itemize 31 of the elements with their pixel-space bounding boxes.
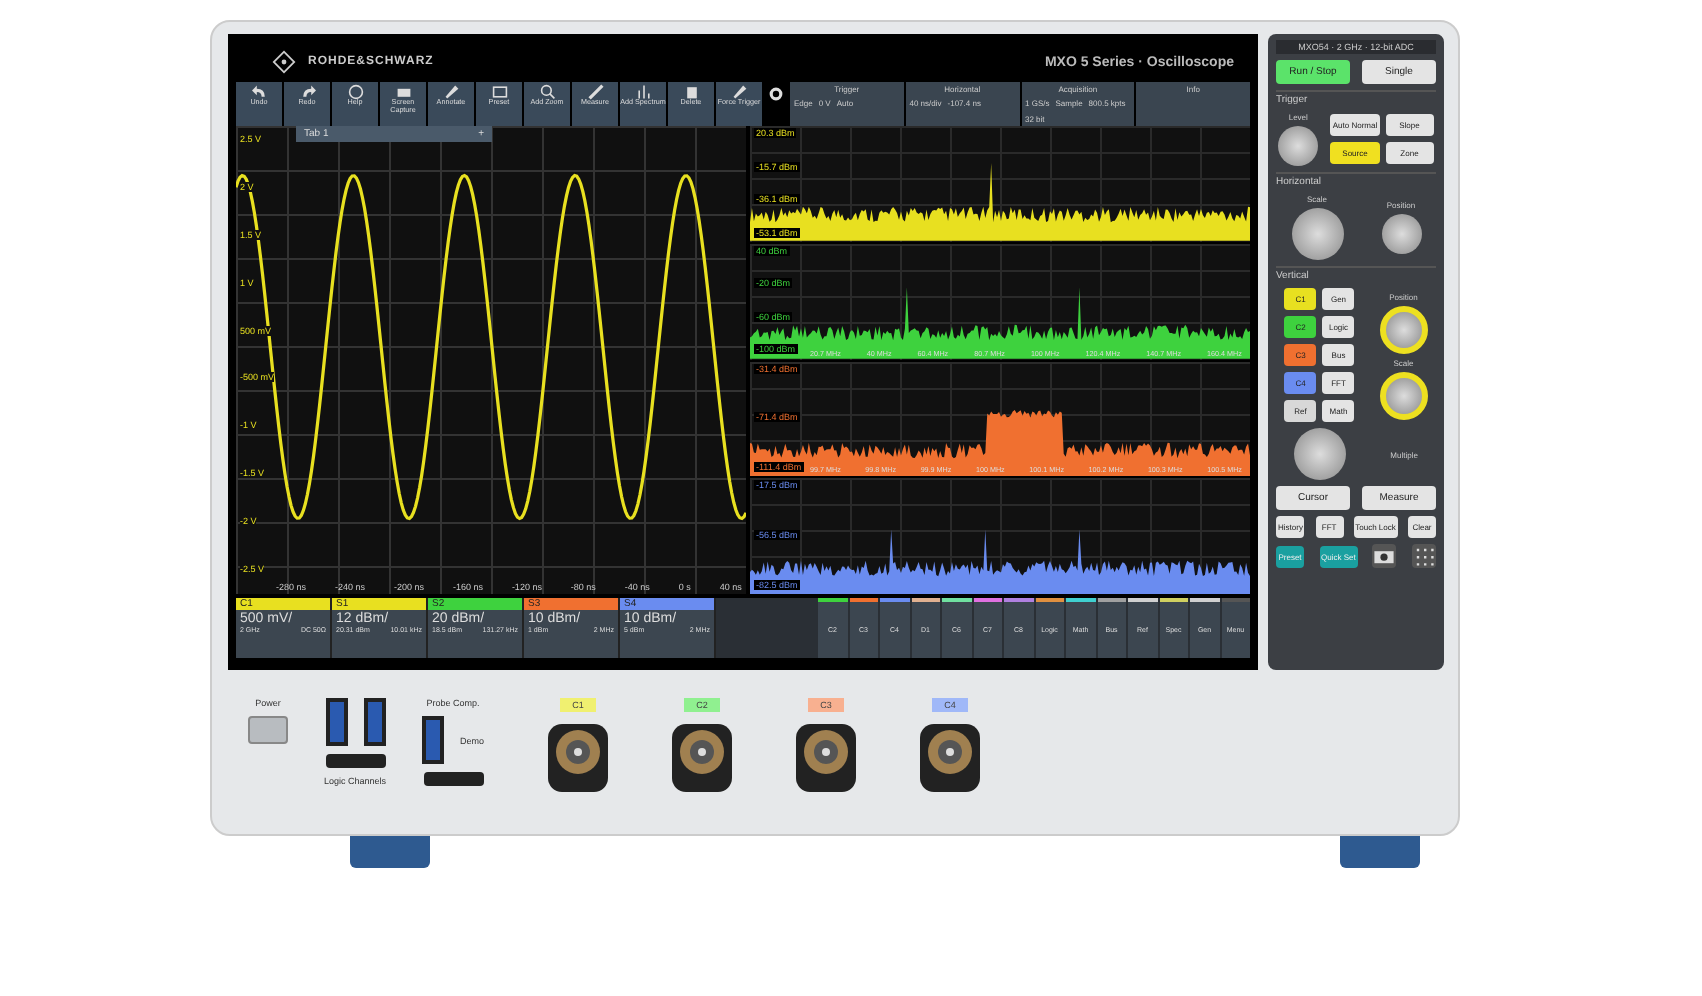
level-knob[interactable] <box>1278 126 1319 166</box>
undo-arrow-icon <box>251 84 267 100</box>
rectangle-icon <box>491 84 507 100</box>
scale-knob[interactable] <box>1291 208 1343 260</box>
search-icon <box>539 84 555 100</box>
settings-icon[interactable] <box>768 86 784 102</box>
multiple-knob[interactable] <box>1294 428 1347 480</box>
bnc-connector-icon <box>548 724 609 792</box>
bnc-connector-icon <box>920 724 981 792</box>
circle-icon <box>347 84 363 100</box>
usb-port <box>325 698 348 746</box>
vertical-position-knob[interactable] <box>1379 305 1428 353</box>
camera-icon[interactable] <box>1372 544 1397 568</box>
position-knob[interactable] <box>1381 214 1421 254</box>
keypad-icon[interactable] <box>1411 544 1436 568</box>
bar-chart-icon <box>635 84 651 100</box>
screen-icon <box>395 84 411 100</box>
redo-arrow-icon <box>299 84 315 100</box>
pen-icon <box>731 84 747 100</box>
line-icon <box>587 84 603 100</box>
bnc-connector-icon <box>672 724 733 792</box>
usb-port <box>363 698 386 746</box>
diamond-logo-icon <box>272 50 296 74</box>
logic-port <box>423 772 484 786</box>
device-foot <box>1340 836 1420 868</box>
usb-port <box>422 716 445 764</box>
pen-icon <box>443 84 459 100</box>
vertical-scale-knob[interactable] <box>1379 371 1428 419</box>
logic-port <box>325 754 386 768</box>
device-foot <box>350 836 430 868</box>
bnc-connector-icon <box>796 724 857 792</box>
